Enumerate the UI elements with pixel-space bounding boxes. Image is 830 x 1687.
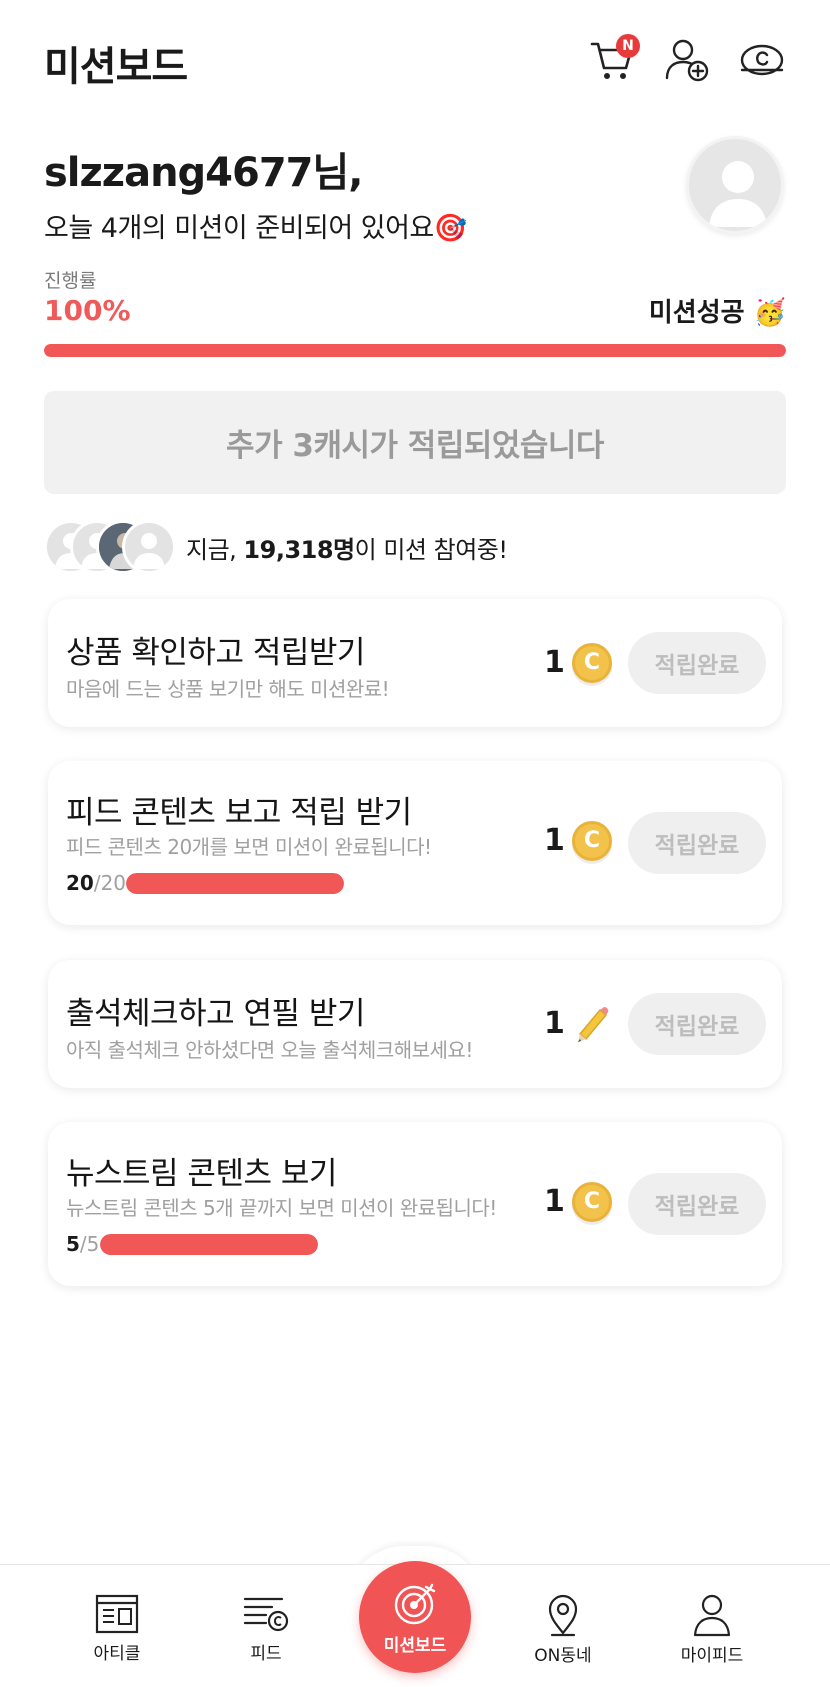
cart-button[interactable]: N	[588, 34, 640, 84]
cash-button[interactable]	[738, 36, 786, 84]
mission-desc: 아직 출석체크 안하셨다면 오늘 출석체크해보세요!	[66, 1038, 473, 1062]
coin-icon: C	[572, 643, 612, 683]
mission-card[interactable]: 출석체크하고 연필 받기 아직 출석체크 안하셨다면 오늘 출석체크해보세요! …	[48, 960, 782, 1088]
mission-progress-bar	[126, 873, 344, 894]
greeting-message: 오늘 4개의 미션이 준비되어 있어요🎯	[44, 213, 467, 244]
participant-count: 19,318명	[243, 535, 355, 564]
reward-notice: 추가 3캐시가 적립되었습니다	[44, 391, 786, 494]
user-icon	[133, 533, 165, 569]
coin-icon: C	[572, 821, 612, 861]
nav-label: 피드	[250, 1644, 282, 1664]
add-friend-icon	[665, 39, 709, 82]
username: slzzang4677님,	[44, 150, 364, 196]
profile-avatar[interactable]	[686, 136, 784, 234]
participants-text: 지금, 19,318명이 미션 참여중!	[186, 535, 508, 564]
nav-item-on-neighborhood[interactable]: ON동네	[503, 1593, 623, 1666]
header: 미션보드 N	[0, 0, 830, 120]
reward-amount: 1	[544, 823, 565, 858]
mission-card[interactable]: 뉴스트림 콘텐츠 보기 뉴스트림 콘텐츠 5개 끝까지 보면 미션이 완료됩니다…	[48, 1122, 782, 1286]
add-friend-button[interactable]	[663, 36, 711, 84]
participant-avatars	[44, 520, 176, 574]
nav-item-feed[interactable]: 피드	[206, 1593, 326, 1664]
progress-fill	[44, 344, 786, 357]
mission-title: 상품 확인하고 적립받기	[66, 635, 365, 671]
mission-status: 미션성공 🥳	[648, 298, 786, 328]
greeting: slzzang4677님, 오늘 4개의 미션이 준비되어 있어요🎯	[44, 140, 467, 245]
mission-count: 20/20	[66, 871, 127, 895]
participants-row: 지금, 19,318명이 미션 참여중!	[44, 520, 508, 574]
nav-label: 미션보드	[383, 1636, 447, 1656]
nav-label: ON동네	[534, 1646, 592, 1666]
avatar	[122, 520, 176, 574]
pencil-icon	[578, 1007, 609, 1042]
page-title: 미션보드	[44, 44, 188, 90]
mission-card[interactable]: 피드 콘텐츠 보고 적립 받기 피드 콘텐츠 20개를 보면 미션이 완료됩니다…	[48, 761, 782, 925]
mission-title: 피드 콘텐츠 보고 적립 받기	[66, 795, 412, 831]
mission-progress-bar	[100, 1234, 318, 1255]
cash-icon	[740, 44, 784, 76]
mission-count: 5/5	[66, 1232, 100, 1256]
mission-desc: 뉴스트림 콘텐츠 5개 끝까지 보면 미션이 완료됩니다!	[66, 1196, 497, 1220]
nav-label: 마이피드	[680, 1646, 744, 1666]
mission-title: 뉴스트림 콘텐츠 보기	[66, 1156, 337, 1192]
reward-amount: 1	[544, 1184, 565, 1219]
mission-card[interactable]: 상품 확인하고 적립받기 마음에 드는 상품 보기만 해도 미션완료! 1 C …	[48, 599, 782, 727]
nav-item-mission-board[interactable]: 미션보드	[359, 1561, 471, 1673]
nav-label: 아티클	[93, 1644, 141, 1664]
user-icon	[709, 161, 767, 227]
reward-amount: 1	[544, 645, 565, 680]
article-icon	[95, 1594, 139, 1634]
target-icon	[394, 1583, 436, 1625]
claim-complete-button[interactable]: 적립완료	[628, 993, 766, 1055]
claim-complete-button[interactable]: 적립완료	[628, 812, 766, 874]
person-icon	[693, 1594, 731, 1637]
location-pin-icon	[548, 1594, 578, 1637]
progress-value: 100%	[44, 294, 131, 327]
mission-progress-fill	[100, 1234, 318, 1255]
claim-complete-button[interactable]: 적립완료	[628, 1173, 766, 1235]
reward-amount: 1	[544, 1006, 565, 1041]
mission-title: 출석체크하고 연필 받기	[66, 996, 365, 1032]
coin-icon: C	[572, 1182, 612, 1222]
nav-item-my-feed[interactable]: 마이피드	[652, 1593, 772, 1666]
mission-desc: 마음에 드는 상품 보기만 해도 미션완료!	[66, 677, 390, 701]
feed-icon	[243, 1597, 289, 1632]
progress-label: 진행률	[44, 270, 97, 292]
progress-bar	[44, 344, 786, 357]
mission-progress-fill	[126, 873, 344, 894]
mission-desc: 피드 콘텐츠 20개를 보면 미션이 완료됩니다!	[66, 835, 432, 859]
claim-complete-button[interactable]: 적립완료	[628, 632, 766, 694]
nav-item-article[interactable]: 아티클	[57, 1593, 177, 1664]
cart-badge: N	[616, 34, 640, 58]
